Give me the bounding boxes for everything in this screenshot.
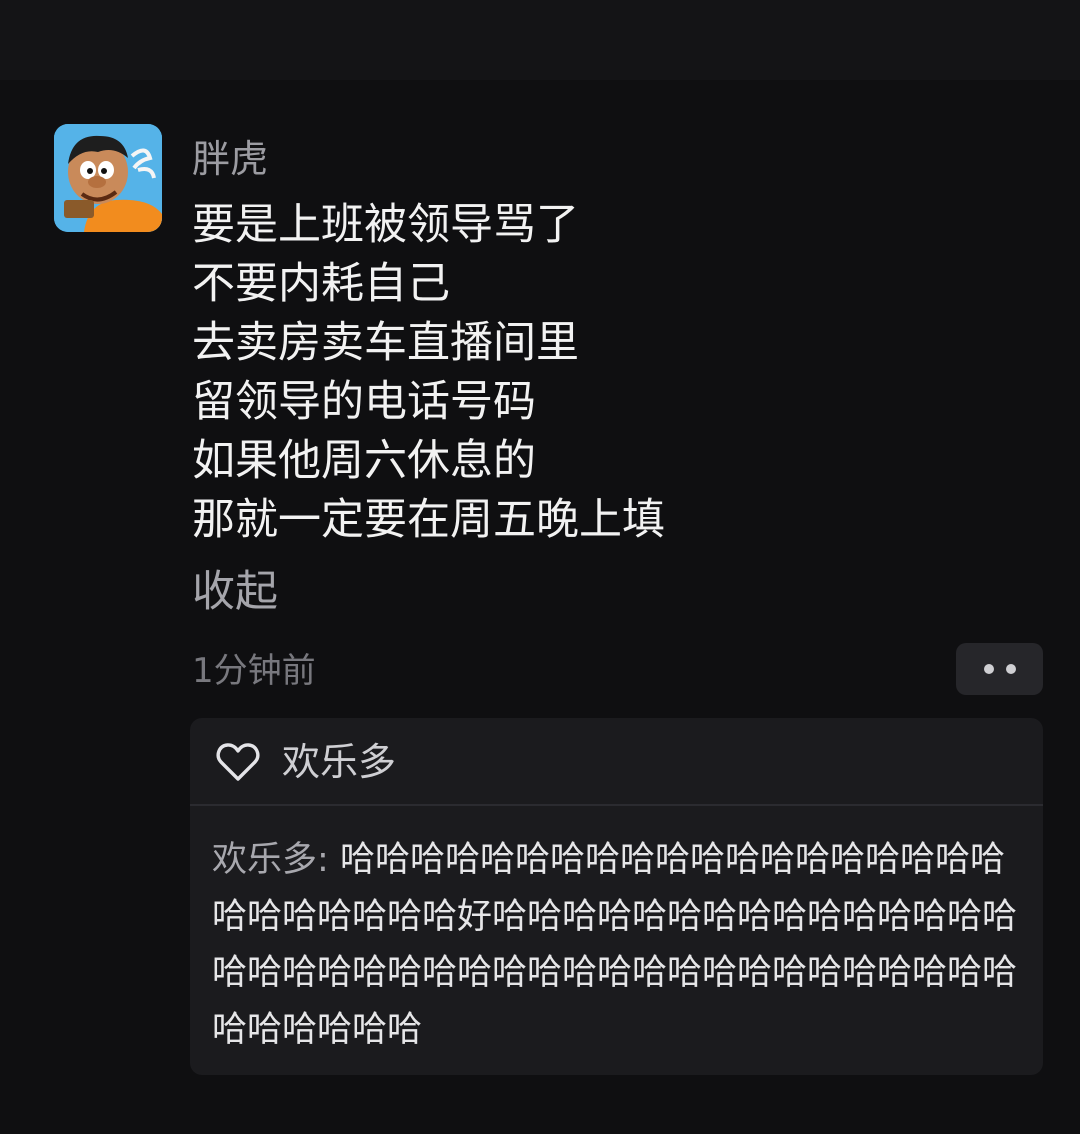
comment-item[interactable]: 欢乐多: 哈哈哈哈哈哈哈哈哈哈哈哈哈哈哈哈哈哈哈哈哈哈哈哈哈哈好哈哈哈哈哈哈哈哈… <box>212 832 1038 1058</box>
comment-author[interactable]: 欢乐多 <box>212 840 317 880</box>
top-bar <box>0 0 1080 80</box>
post-line: 去卖房卖车直播间里 <box>192 318 579 368</box>
heart-icon[interactable] <box>216 742 260 782</box>
post-line: 那就一定要在周五晚上填 <box>192 495 665 545</box>
more-options-button[interactable] <box>956 643 1043 695</box>
cartoon-avatar-icon[interactable] <box>54 124 162 232</box>
dot-icon <box>983 664 994 674</box>
post-line: 如果他周六休息的 <box>192 436 536 486</box>
collapse-button[interactable]: 收起 <box>192 564 278 620</box>
post-line: 不要内耗自己 <box>192 259 450 309</box>
interaction-panel: 欢乐多 欢乐多: 哈哈哈哈哈哈哈哈哈哈哈哈哈哈哈哈哈哈哈哈哈哈哈哈哈哈好哈哈哈哈… <box>190 718 1043 1075</box>
post-content: 要是上班被领导骂了 不要内耗自己 去卖房卖车直播间里 留领导的电话号码 如果他周… <box>192 196 1022 550</box>
liker-name[interactable]: 欢乐多 <box>282 736 396 788</box>
post-line: 要是上班被领导骂了 <box>192 200 579 250</box>
comment-separator: : <box>317 840 340 880</box>
post-author-name[interactable]: 胖虎 <box>192 134 268 184</box>
post-timestamp: 1分钟前 <box>192 651 316 691</box>
dot-icon <box>1005 664 1016 674</box>
post-line: 留领导的电话号码 <box>192 377 536 427</box>
likes-row: 欢乐多 <box>190 718 1043 806</box>
